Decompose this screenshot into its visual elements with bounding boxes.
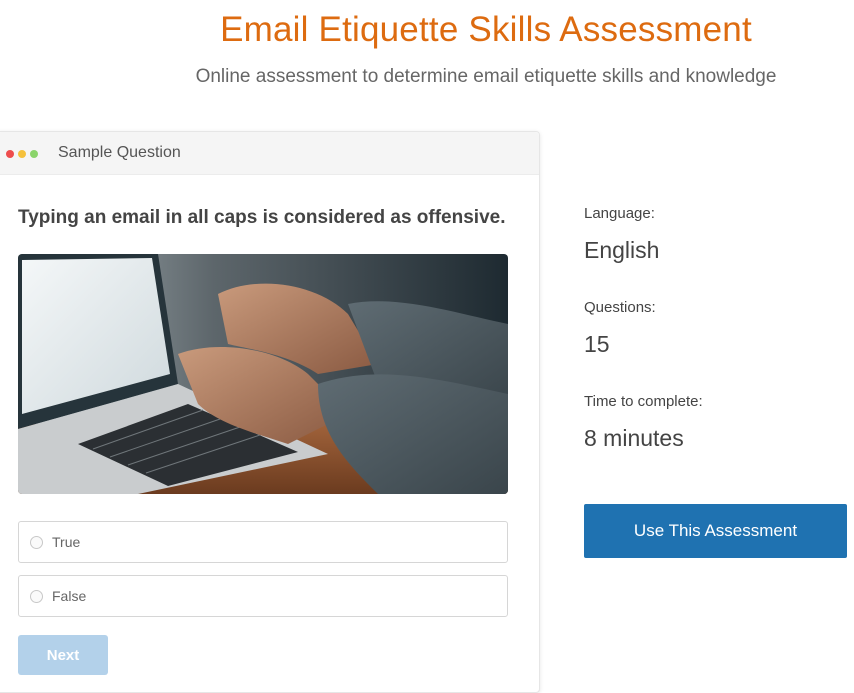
answer-option-false[interactable]: False [18,575,508,617]
time-to-complete-label: Time to complete: [584,393,703,410]
radio-button-true[interactable] [30,536,43,549]
radio-button-false[interactable] [30,590,43,603]
window-minimize-dot-icon [18,150,26,158]
card-header-title: Sample Question [58,144,181,161]
answer-option-true[interactable]: True [18,521,508,563]
window-maximize-dot-icon [30,150,38,158]
time-to-complete-value: 8 minutes [584,425,684,451]
window-close-dot-icon [6,150,14,158]
language-value: English [584,237,660,263]
questions-value: 15 [584,331,610,357]
card-header: Sample Question [0,132,539,175]
next-button[interactable]: Next [18,635,108,675]
answer-label-false: False [52,588,87,604]
language-label: Language: [584,205,655,222]
question-text: Typing an email in all caps is considere… [18,207,506,228]
page-subtitle: Online assessment to determine email eti… [195,66,777,87]
use-this-assessment-button[interactable]: Use This Assessment [584,504,847,558]
sample-question-card: Sample Question Typing an email in all c… [0,131,540,693]
answer-label-true: True [52,534,81,550]
question-image [18,254,508,494]
page-title: Email Etiquette Skills Assessment [220,10,752,49]
questions-label: Questions: [584,299,656,316]
